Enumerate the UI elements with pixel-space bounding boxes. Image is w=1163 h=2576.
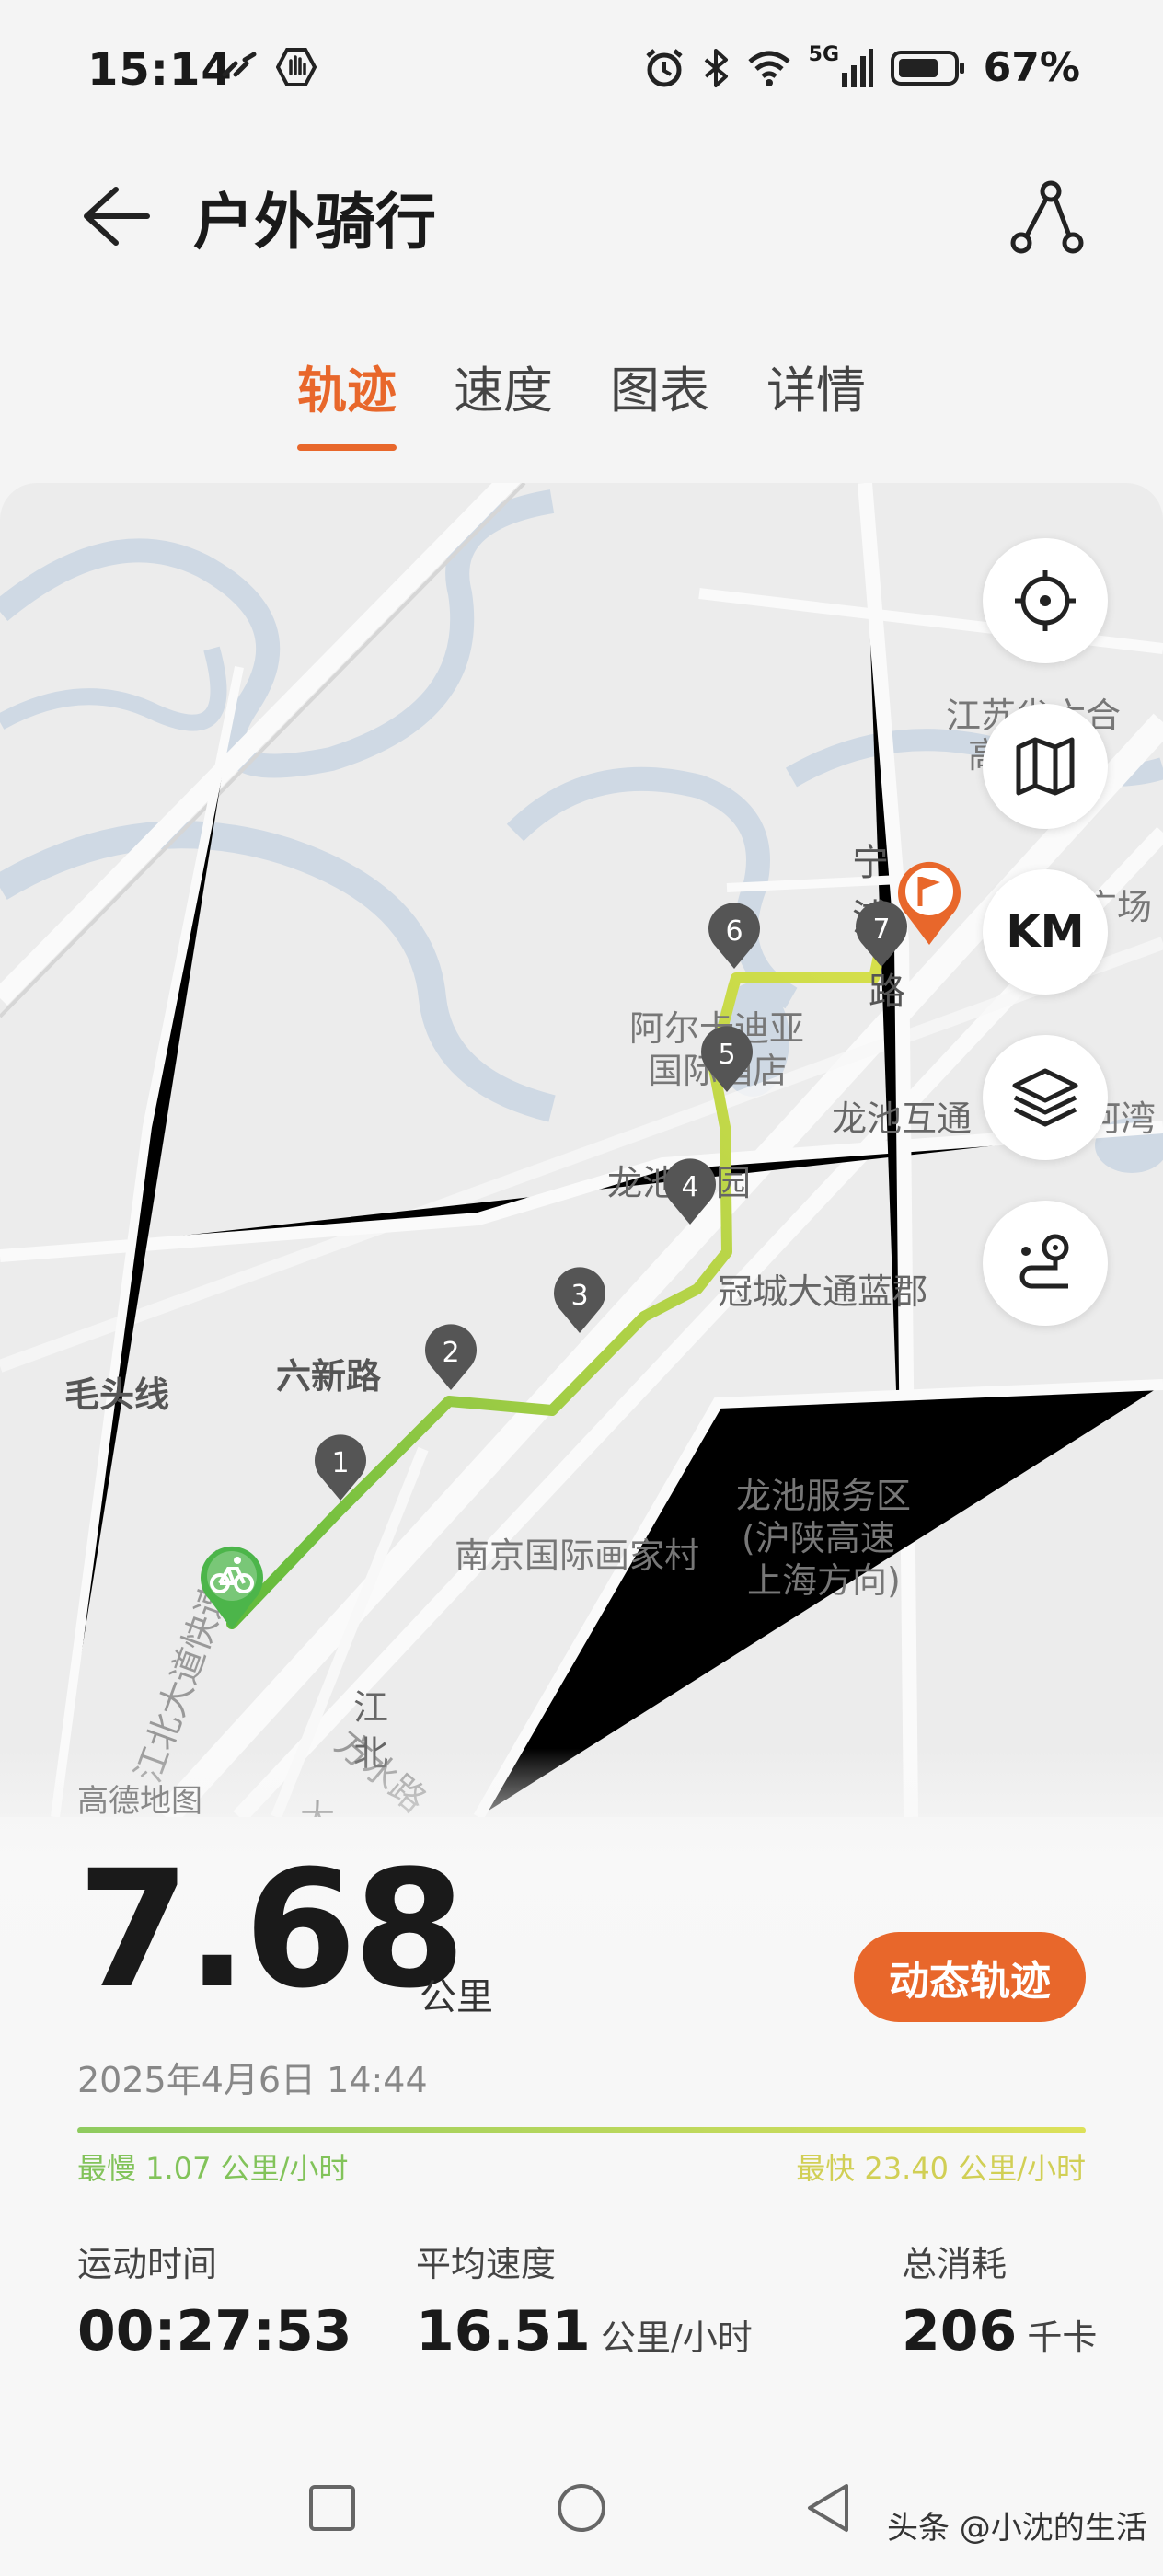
tab-speed[interactable]: 速度 bbox=[454, 350, 553, 451]
route-share-icon[interactable] bbox=[1008, 180, 1084, 256]
map-label: 毛头线 bbox=[64, 1374, 170, 1415]
status-bar: 15:14 5G 67% bbox=[0, 0, 1163, 147]
map-label: 南京国际画家村 bbox=[455, 1535, 700, 1576]
fastest-speed: 最快 23.40 公里/小时 bbox=[796, 2151, 1086, 2186]
tab-details[interactable]: 详情 bbox=[766, 350, 866, 451]
route-replay-button[interactable] bbox=[983, 1201, 1108, 1326]
tab-bar: 轨迹 速度 图表 详情 bbox=[0, 350, 1163, 451]
stat-avg-speed: 平均速度 16.51 公里/小时 bbox=[416, 2236, 753, 2363]
back-icon[interactable] bbox=[804, 2482, 852, 2534]
home-icon[interactable] bbox=[556, 2482, 607, 2534]
battery-icon bbox=[890, 50, 964, 86]
stat-unit: 千卡 bbox=[1027, 2317, 1098, 2358]
map-provider: 高德地图 bbox=[77, 1783, 202, 1820]
map-label: 冠城大通蓝郡 bbox=[718, 1271, 928, 1312]
activity-datetime: 2025年4月6日 14:44 bbox=[77, 2060, 428, 2100]
back-arrow-icon[interactable] bbox=[81, 184, 151, 248]
route-map[interactable]: 江苏省六合 高 宁 浦 路 广场 阿尔卡迪亚 国际酒店 龙池互通 河湾 龙池 园… bbox=[0, 483, 1163, 1817]
map-label: 龙池互通 bbox=[832, 1098, 973, 1139]
signal-icon: 5G bbox=[809, 43, 873, 89]
km-marker-6[interactable]: 6 bbox=[707, 899, 762, 971]
total-distance: 7.68 bbox=[77, 1835, 466, 2024]
km-marker-label: 3 bbox=[570, 1280, 588, 1312]
watermark: 头条 @小沈的生活 bbox=[887, 2510, 1147, 2547]
km-marker-label: 1 bbox=[331, 1447, 349, 1479]
flag-icon[interactable] bbox=[894, 857, 964, 949]
tab-track[interactable]: 轨迹 bbox=[297, 350, 397, 451]
km-marker-5[interactable]: 5 bbox=[699, 1022, 754, 1094]
stat-calories: 总消耗 206 千卡 bbox=[902, 2236, 1097, 2363]
stat-duration: 运动时间 00:27:53 bbox=[77, 2236, 351, 2363]
stat-label: 总消耗 bbox=[902, 2244, 1008, 2284]
link-icon bbox=[222, 52, 257, 77]
km-marker-label: 2 bbox=[442, 1337, 459, 1369]
recent-apps-icon[interactable] bbox=[308, 2484, 356, 2532]
km-marker-3[interactable]: 3 bbox=[552, 1263, 607, 1335]
stat-value: 206 bbox=[902, 2299, 1018, 2363]
km-marker-label: 7 bbox=[872, 914, 890, 946]
stat-value: 16.51 bbox=[416, 2299, 591, 2363]
status-time: 15:14 bbox=[87, 44, 233, 96]
stat-label: 平均速度 bbox=[416, 2244, 557, 2284]
map-label: 路 bbox=[869, 971, 905, 1013]
map-canvas bbox=[0, 483, 1163, 1817]
map-label: 六新路 bbox=[276, 1356, 382, 1397]
km-marker-label: 4 bbox=[681, 1171, 698, 1203]
map-label: 园 bbox=[716, 1163, 752, 1203]
km-marker-1[interactable]: 1 bbox=[313, 1431, 368, 1502]
page-title: 户外骑行 bbox=[193, 187, 436, 258]
map-icon bbox=[1016, 737, 1075, 796]
stat-label: 运动时间 bbox=[77, 2244, 218, 2284]
route-pin-icon bbox=[1019, 1234, 1069, 1289]
distance-unit: 公里 bbox=[420, 1976, 493, 2018]
app-header: 户外骑行 bbox=[0, 147, 1163, 285]
bluetooth-icon bbox=[704, 48, 728, 87]
unit-km-button[interactable]: KM bbox=[983, 869, 1108, 995]
stat-unit: 公里/小时 bbox=[600, 2317, 753, 2358]
map-type-button[interactable] bbox=[983, 704, 1108, 829]
battery-percent: 67% bbox=[983, 44, 1080, 91]
km-marker-label: 5 bbox=[718, 1039, 735, 1071]
wifi-icon bbox=[748, 51, 790, 86]
bicycle-icon[interactable] bbox=[197, 1541, 267, 1633]
dynamic-track-button[interactable]: 动态轨迹 bbox=[854, 1932, 1086, 2022]
speed-gradient-bar bbox=[77, 2127, 1086, 2133]
slowest-speed: 最慢 1.07 公里/小时 bbox=[77, 2151, 349, 2186]
layers-button[interactable] bbox=[983, 1035, 1108, 1160]
hand-icon bbox=[276, 48, 317, 86]
system-nav-bar: 头条 @小沈的生活 bbox=[0, 2429, 1163, 2576]
locate-button[interactable] bbox=[983, 538, 1108, 663]
map-label: 上海方向) bbox=[747, 1560, 901, 1601]
locate-icon bbox=[1015, 570, 1076, 631]
layers-icon bbox=[1012, 1068, 1078, 1127]
map-label: 宁 bbox=[852, 842, 889, 884]
km-marker-label: 6 bbox=[725, 915, 743, 948]
map-label: 江 bbox=[353, 1687, 389, 1728]
stat-value: 00:27:53 bbox=[77, 2299, 352, 2363]
summary-panel: 高德地图 7.68 公里 动态轨迹 2025年4月6日 14:44 最慢 1.0… bbox=[0, 1748, 1163, 2429]
km-marker-2[interactable]: 2 bbox=[423, 1320, 478, 1392]
km-marker-4[interactable]: 4 bbox=[662, 1155, 718, 1226]
alarm-icon bbox=[646, 48, 683, 86]
tab-charts[interactable]: 图表 bbox=[610, 350, 709, 451]
